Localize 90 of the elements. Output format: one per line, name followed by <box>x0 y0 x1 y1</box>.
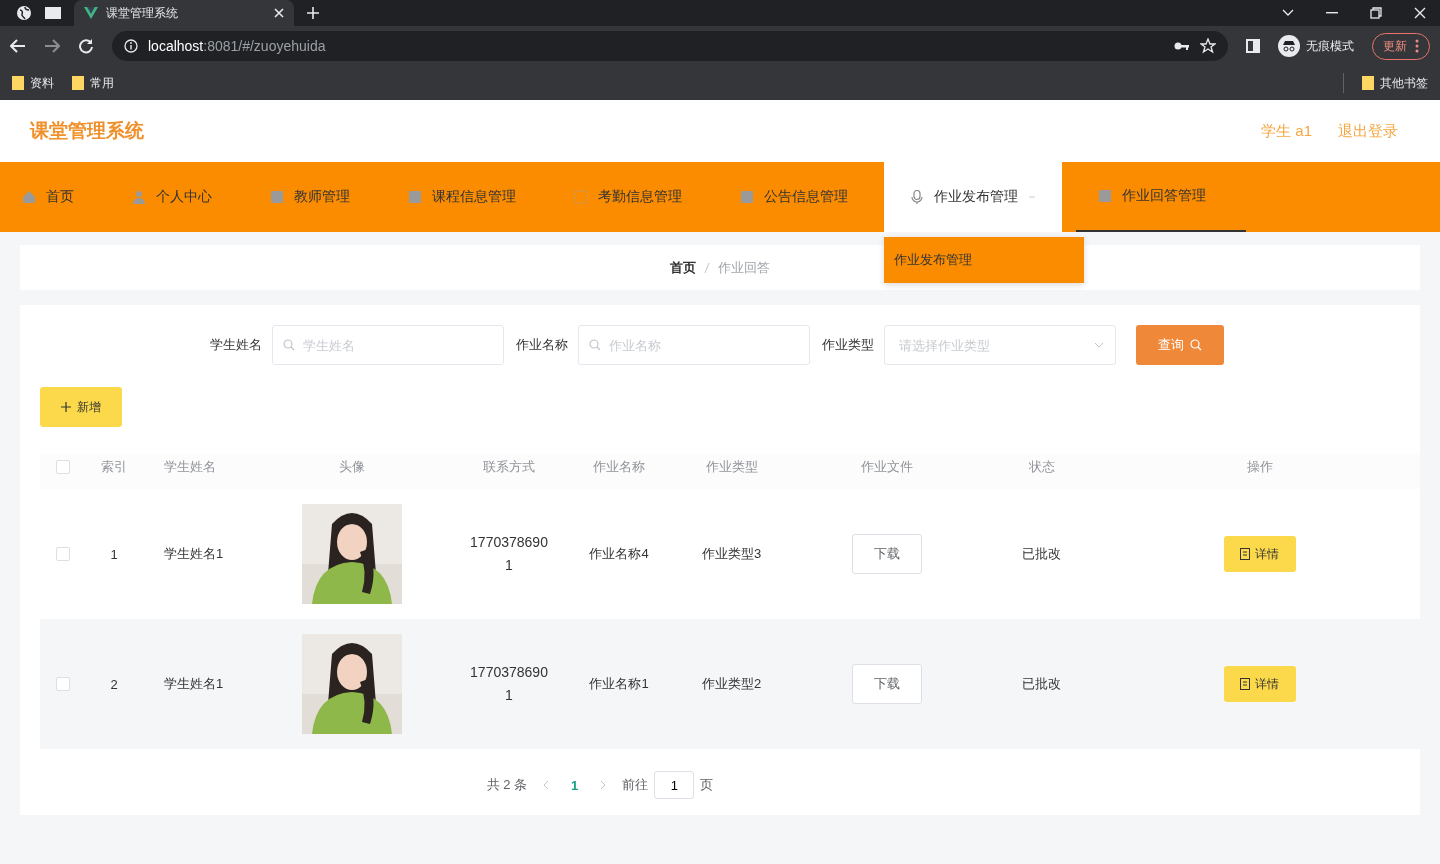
table-cell-text: 已批改 <box>1021 545 1062 563</box>
forward-icon[interactable] <box>44 39 60 53</box>
table-cell-text: 作业名称1 <box>588 675 650 693</box>
nav-item[interactable]: 公告信息管理 <box>718 162 870 232</box>
page-suffix: 页 <box>700 776 714 794</box>
square-icon <box>740 190 754 204</box>
square-icon <box>574 190 588 204</box>
square-icon <box>270 190 284 204</box>
nav-item[interactable]: 课程信息管理 <box>386 162 538 232</box>
user-name: 学生 a1 <box>1261 121 1312 141</box>
column-header: 索引 <box>100 458 128 477</box>
column-header: 状态 <box>1027 458 1056 477</box>
checkbox[interactable] <box>56 547 70 561</box>
bookmark[interactable]: 常用 <box>72 74 114 92</box>
column-header: 操作 <box>1245 458 1274 477</box>
table-cell-text: 学生姓名1 <box>163 545 225 563</box>
incognito-indicator[interactable]: 无痕模式 <box>1278 35 1354 57</box>
document-icon <box>1240 678 1250 690</box>
goto-label: 前往 <box>622 776 649 794</box>
vue-logo-icon <box>84 7 98 19</box>
separator-icon <box>704 261 710 274</box>
search-icon <box>589 339 601 351</box>
close-icon[interactable] <box>274 8 284 18</box>
folder-icon <box>12 76 24 90</box>
page-input[interactable]: 1 <box>654 771 695 799</box>
search-icon <box>1190 339 1202 351</box>
breadcrumb-item: 作业回答 <box>718 258 770 277</box>
column-header: 学生姓名 <box>163 458 217 477</box>
menu-item[interactable]: 作业发布管理 <box>884 237 1084 283</box>
column-header: 头像 <box>337 458 366 477</box>
incognito-icon <box>1278 35 1300 57</box>
chevron-down-icon[interactable] <box>1282 9 1294 17</box>
new-tab-icon[interactable] <box>306 6 320 20</box>
square-icon <box>408 190 422 204</box>
document-icon <box>1240 548 1250 560</box>
window-icon[interactable] <box>44 6 62 20</box>
column-header: 联系方式 <box>482 458 536 477</box>
table-cell-text: 17703786901 <box>469 533 549 575</box>
plus-icon <box>61 402 71 412</box>
microphone-icon <box>910 190 924 204</box>
minimize-icon[interactable] <box>1326 12 1338 14</box>
nav-item[interactable]: 作业回答管理 <box>1076 162 1246 232</box>
home-icon <box>22 190 36 204</box>
download-button[interactable]: 下载 <box>851 664 922 704</box>
nav-item[interactable]: 个人中心 <box>110 162 234 232</box>
close-icon[interactable] <box>1414 7 1426 19</box>
reload-icon[interactable] <box>78 38 94 54</box>
bookmark[interactable]: 资料 <box>12 74 54 92</box>
table-cell-text: 2 <box>109 676 119 692</box>
details-button[interactable]: 详情 <box>1223 666 1296 702</box>
table-cell-text: 作业类型3 <box>700 545 763 563</box>
add-button[interactable]: 新增 <box>40 387 122 427</box>
table-cell-text: 作业名称4 <box>588 545 650 563</box>
checkbox[interactable] <box>56 460 70 475</box>
table-cell-text: 17703786901 <box>469 663 549 705</box>
globe-icon[interactable] <box>16 5 32 21</box>
restore-icon[interactable] <box>1370 7 1382 19</box>
key-icon[interactable] <box>1174 41 1190 51</box>
breadcrumb-item[interactable]: 首页 <box>670 258 696 277</box>
nav-item[interactable]: 考勤信息管理 <box>552 162 704 232</box>
star-icon[interactable] <box>1200 38 1216 54</box>
field-label: 学生姓名 <box>210 336 262 354</box>
app-title: 课堂管理系统 <box>30 119 144 143</box>
table-cell-text: 已批改 <box>1021 675 1062 693</box>
more-icon <box>1415 39 1419 53</box>
column-header: 作业名称 <box>592 458 646 477</box>
table-cell-text: 1 <box>109 546 119 562</box>
sidebar-icon[interactable] <box>1246 39 1260 53</box>
bookmark[interactable]: 其他书签 <box>1362 74 1428 92</box>
details-button[interactable]: 详情 <box>1223 536 1296 572</box>
nav-item[interactable]: 首页 <box>0 162 96 232</box>
table-cell-text: 学生姓名1 <box>163 675 225 693</box>
square-icon <box>1098 189 1112 203</box>
back-icon[interactable] <box>10 39 26 53</box>
column-header: 作业类型 <box>704 458 759 477</box>
nav-item[interactable]: 教师管理 <box>248 162 372 232</box>
user-icon <box>132 190 146 204</box>
column-header: 作业文件 <box>859 458 914 477</box>
checkbox[interactable] <box>56 677 70 691</box>
field-label: 作业名称 <box>516 336 568 354</box>
info-icon[interactable] <box>124 39 138 53</box>
field-label: 作业类型 <box>822 336 874 354</box>
chevron-down-icon <box>1094 342 1104 348</box>
total-count: 共 2 条 <box>486 776 528 794</box>
search-icon <box>283 339 295 351</box>
folder-icon <box>1362 76 1374 90</box>
folder-icon <box>72 76 84 90</box>
download-button[interactable]: 下载 <box>851 534 922 574</box>
caret-icon <box>1028 194 1036 200</box>
table-cell-text: 作业类型2 <box>700 675 763 693</box>
